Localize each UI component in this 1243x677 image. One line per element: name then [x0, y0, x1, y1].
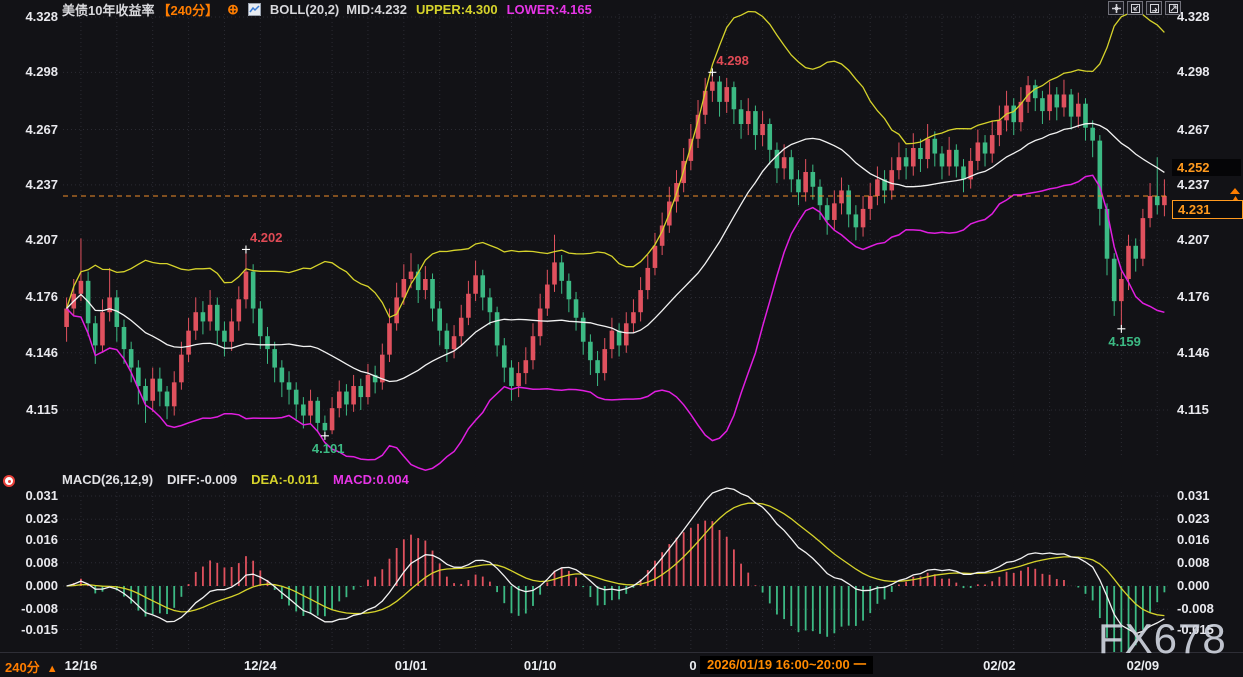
price-axis-label-right: 4.115 — [1177, 402, 1209, 417]
period-tag[interactable]: 【240分】 — [157, 0, 218, 19]
price-axis-label-left: 4.176 — [0, 289, 58, 304]
macd-axis-label-right: -0.008 — [1177, 601, 1214, 616]
price-axis-label-right: 4.267 — [1177, 122, 1210, 137]
macd-axis-label-left: -0.015 — [0, 622, 58, 637]
candlestick-chart-canvas[interactable] — [0, 0, 1243, 677]
price-axis-label-left: 4.115 — [0, 402, 58, 417]
macd-axis-label-right: 0.016 — [1177, 532, 1210, 547]
chart-toolbar — [1108, 1, 1181, 15]
macd-dea-value: DEA:-0.011 — [251, 472, 319, 487]
price-axis-label-left: 4.237 — [0, 177, 58, 192]
macd-axis-label-right: 0.000 — [1177, 578, 1210, 593]
macd-axis-label-left: 0.016 — [0, 532, 58, 547]
macd-axis-label-left: -0.008 — [0, 601, 58, 616]
zoom-corner-left-icon[interactable] — [1127, 1, 1143, 15]
macd-axis-label-left: 0.031 — [0, 488, 58, 503]
price-axis-label-left: 4.328 — [0, 9, 58, 24]
price-axis-label-right: 4.237 — [1177, 177, 1210, 192]
crosshair-date-tooltip: 2026/01/19 16:00~20:00 一 — [700, 656, 873, 674]
price-annotation: 4.101 — [312, 441, 345, 456]
price-axis-label-right: 4.176 — [1177, 289, 1210, 304]
zoom-corner-up-icon[interactable] — [1165, 1, 1181, 15]
price-axis-label-left: 4.298 — [0, 64, 58, 79]
price-axis-label-right: 4.146 — [1177, 345, 1210, 360]
macd-params-label: MACD(26,12,9) — [62, 472, 153, 487]
price-annotation: 4.159 — [1108, 334, 1141, 349]
last-tick-arrow-icon — [1230, 188, 1240, 200]
indicator-chart-icon[interactable] — [248, 3, 261, 16]
drawing-anchor-icon[interactable] — [3, 475, 15, 487]
crosshair-mark-icon — [1117, 325, 1125, 333]
x-axis-tick: 01/10 — [512, 658, 568, 673]
price-axis-label-right: 4.298 — [1177, 64, 1210, 79]
price-tag: 4.252 — [1172, 159, 1241, 176]
boll-mid-value: MID:4.232 — [346, 2, 407, 17]
macd-axis-label-left: 0.000 — [0, 578, 58, 593]
macd-axis-label-left: 0.023 — [0, 511, 58, 526]
x-axis-tick: 02/09 — [1115, 658, 1171, 673]
macd-axis-label-right: -0.015 — [1177, 622, 1214, 637]
chart-header: 美债10年收益率 【240分】 ⊕ BOLL(20,2) MID:4.232 U… — [62, 1, 592, 17]
time-axis-bar — [0, 652, 1243, 677]
macd-value: MACD:0.004 — [333, 472, 409, 487]
period-badge-label: 240分 — [5, 660, 40, 675]
price-axis-label-left: 4.267 — [0, 122, 58, 137]
x-axis-tick: 01/01 — [383, 658, 439, 673]
price-axis-label-left: 4.146 — [0, 345, 58, 360]
x-axis-tick: 12/16 — [53, 658, 109, 673]
macd-axis-label-right: 0.031 — [1177, 488, 1210, 503]
boll-lower-value: LOWER:4.165 — [507, 2, 592, 17]
price-axis-label-right: 4.207 — [1177, 232, 1210, 247]
macd-diff-value: DIFF:-0.009 — [167, 472, 237, 487]
price-annotation: 4.298 — [716, 53, 749, 68]
price-annotation: 4.202 — [250, 230, 283, 245]
boll-upper-value: UPPER:4.300 — [416, 2, 498, 17]
period-badge[interactable]: 240分 ▲ — [5, 657, 58, 676]
instrument-title: 美债10年收益率 — [62, 0, 154, 19]
macd-axis-label-right: 0.023 — [1177, 511, 1210, 526]
add-indicator-icon[interactable]: ⊕ — [227, 3, 239, 15]
x-axis-tick: 12/24 — [232, 658, 288, 673]
macd-axis-label-left: 0.008 — [0, 555, 58, 570]
price-tag: 4.231 — [1172, 200, 1243, 219]
period-up-arrow-icon: ▲ — [47, 663, 58, 675]
price-axis-label-right: 4.328 — [1177, 9, 1210, 24]
pan-tool-icon[interactable] — [1108, 1, 1124, 15]
macd-header: MACD(26,12,9) DIFF:-0.009 DEA:-0.011 MAC… — [62, 472, 409, 487]
chart-app: 美债10年收益率 【240分】 ⊕ BOLL(20,2) MID:4.232 U… — [0, 0, 1243, 677]
crosshair-mark-icon — [242, 245, 250, 253]
macd-axis-label-right: 0.008 — [1177, 555, 1210, 570]
zoom-corner-right-icon[interactable] — [1146, 1, 1162, 15]
boll-label: BOLL(20,2) — [270, 2, 339, 17]
x-axis-tick: 02/02 — [971, 658, 1027, 673]
price-axis-label-left: 4.207 — [0, 232, 58, 247]
